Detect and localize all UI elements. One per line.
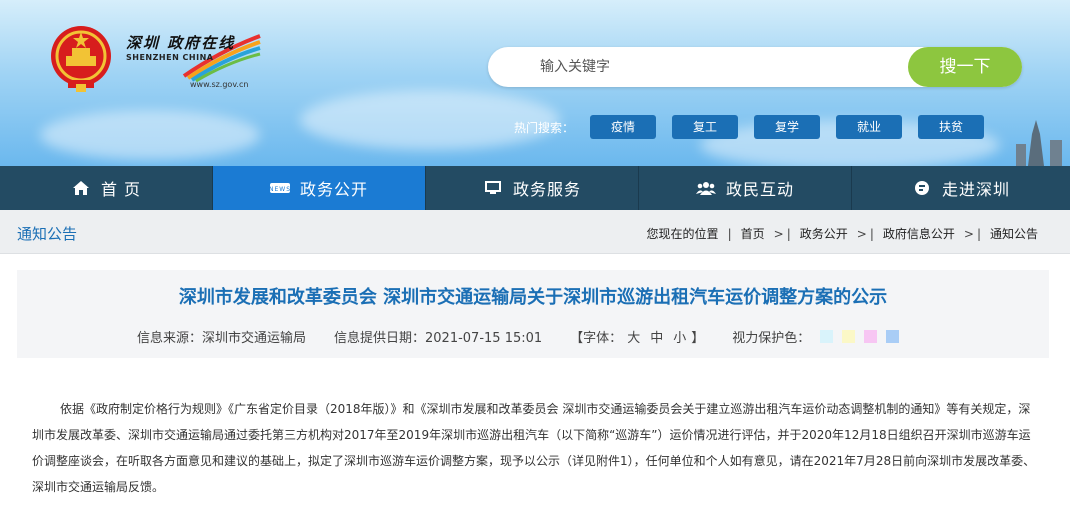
eye-care-swatch-pink[interactable]: [864, 330, 878, 343]
eye-care-swatch-cyan[interactable]: [820, 330, 834, 343]
font-size-medium[interactable]: 中: [650, 327, 663, 346]
breadcrumb-separator: |: [727, 226, 732, 241]
breadcrumb-separator: >: [856, 226, 867, 241]
eye-care-swatch-yellow[interactable]: [842, 330, 856, 343]
monitor-icon: [483, 178, 503, 198]
national-emblem-icon: [51, 26, 111, 92]
cloud-decoration: [40, 110, 260, 160]
breadcrumb: 您现在的位置 | 首页 > | 政务公开 > | 政府信息公开 > | 通知公告: [647, 225, 1038, 242]
breadcrumb-prefix: 您现在的位置: [646, 227, 719, 241]
search-box: 搜一下: [488, 47, 1022, 87]
chat-icon: [912, 178, 932, 198]
skyline-decoration: [1016, 120, 1062, 166]
nav-zoujin-shenzhen[interactable]: 走进深圳: [852, 166, 1070, 210]
breadcrumb-separator: |: [976, 226, 981, 241]
breadcrumb-item-zhengwu-gongkai[interactable]: 政务公开: [800, 225, 848, 242]
nav-home-label: 首 页: [100, 180, 142, 199]
logo-english-text: SHENZHEN CHINA: [126, 53, 214, 62]
font-size-large[interactable]: 大: [627, 327, 640, 346]
main-nav: 首 页 NEWS 政务公开 政务服务 政民互动 走进深圳: [0, 166, 1070, 210]
breadcrumb-separator: >: [963, 226, 974, 241]
hot-search: 热门搜索： 疫情 复工 复学 就业 扶贫: [514, 115, 1000, 139]
article-date: 信息提供日期：2021-07-15 15:01: [334, 331, 543, 346]
logo-chinese-text: 深圳 政府在线: [126, 34, 236, 52]
nav-zhengmin-hudong-label: 政民互动: [725, 180, 794, 199]
breadcrumb-item-tongzhi-gonggao[interactable]: 通知公告: [990, 225, 1038, 242]
breadcrumb-item-xinxi-gongkai[interactable]: 政府信息公开: [883, 225, 955, 242]
breadcrumb-separator: |: [869, 226, 874, 241]
nav-home[interactable]: 首 页: [0, 166, 213, 210]
font-size-close: 】: [691, 331, 705, 346]
logo-url-text: www.sz.gov.cn: [190, 80, 249, 89]
font-size-label: 【字体：: [570, 331, 623, 346]
breadcrumb-item-home[interactable]: 首页: [741, 225, 765, 242]
search-button[interactable]: 搜一下: [908, 47, 1022, 87]
eye-care-label: 视力保护色：: [732, 331, 811, 346]
section-title: 通知公告: [17, 225, 78, 243]
breadcrumb-separator: |: [786, 226, 791, 241]
article-body: 依据《政府制定价格行为规则》《广东省定价目录（2018年版）》和《深圳市发展和改…: [32, 402, 1036, 494]
people-icon: [695, 178, 716, 198]
article-header: 深圳市发展和改革委员会 深圳市交通运输局关于深圳市巡游出租汽车运价调整方案的公示…: [17, 270, 1049, 358]
eye-care-swatch-blue[interactable]: [886, 330, 900, 343]
site-header: 深圳 政府在线 SHENZHEN CHINA www.sz.gov.cn 搜一下…: [0, 0, 1070, 166]
news-icon: NEWS: [269, 178, 290, 198]
article-title: 深圳市发展和改革委员会 深圳市交通运输局关于深圳市巡游出租汽车运价调整方案的公示: [178, 287, 888, 308]
nav-zoujin-shenzhen-label: 走进深圳: [941, 180, 1010, 199]
nav-zhengwu-fuwu-label: 政务服务: [512, 180, 581, 199]
breadcrumb-separator: >: [773, 226, 784, 241]
article-source: 信息来源：深圳市交通运输局: [137, 331, 307, 346]
breadcrumb-bar: 通知公告 您现在的位置 | 首页 > | 政务公开 > | 政府信息公开 > |…: [0, 210, 1070, 254]
nav-zhengwu-gongkai[interactable]: NEWS 政务公开: [213, 166, 426, 210]
article-meta: 信息来源：深圳市交通运输局 信息提供日期：2021-07-15 15:01 【字…: [137, 327, 908, 346]
svg-text:NEWS: NEWS: [270, 186, 290, 193]
hot-tag-yiqing[interactable]: 疫情: [590, 115, 657, 139]
hot-tag-fugong[interactable]: 复工: [672, 115, 739, 139]
nav-zhengmin-hudong[interactable]: 政民互动: [639, 166, 852, 210]
hot-tag-fupin[interactable]: 扶贫: [918, 115, 985, 139]
hot-search-label: 热门搜索：: [514, 120, 575, 135]
search-input[interactable]: [488, 47, 908, 87]
nav-zhengwu-fuwu[interactable]: 政务服务: [426, 166, 639, 210]
shenzhen-logo[interactable]: 深圳 政府在线 SHENZHEN CHINA www.sz.gov.cn: [122, 26, 262, 98]
hot-tag-fuxue[interactable]: 复学: [754, 115, 821, 139]
nav-zhengwu-gongkai-label: 政务公开: [299, 180, 368, 199]
hot-tag-jiuye[interactable]: 就业: [836, 115, 903, 139]
font-size-small[interactable]: 小: [673, 327, 686, 346]
home-icon: [71, 178, 91, 198]
